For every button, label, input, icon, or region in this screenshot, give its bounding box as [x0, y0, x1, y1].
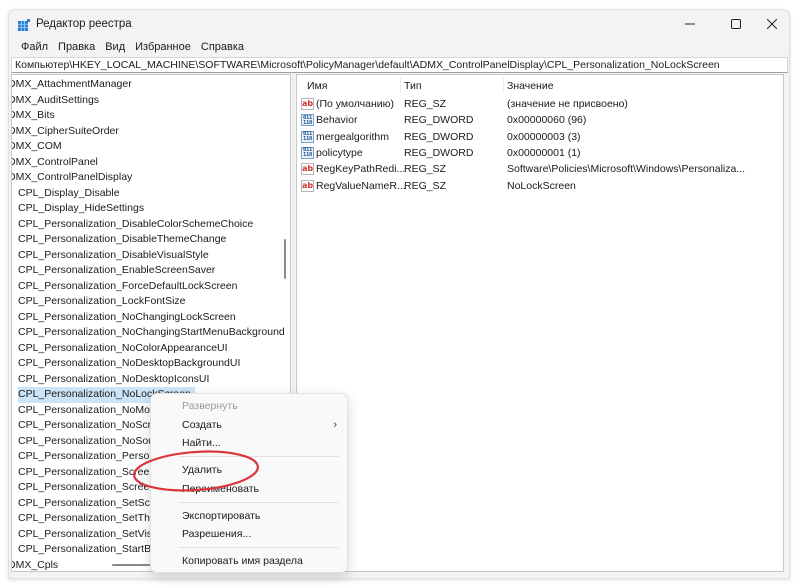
value-row[interactable]: 011 110 mergealgorithm REG_DWORD 0x00000003 …	[297, 129, 783, 145]
value-row[interactable]: ab (По умолчанию) REG_SZ (значение не присв…	[297, 96, 783, 112]
registry-editor-window: Редактор реестра Файл Правка Вид Избранн…	[8, 9, 790, 579]
tree-item[interactable]: CPL_Personalization_Personal	[18, 449, 163, 465]
close-icon	[767, 19, 777, 29]
value-row[interactable]: 011 110 Behavior REG_DWORD 0x00000060 (96)	[297, 112, 783, 128]
value-data: NoLockScreen	[507, 179, 576, 192]
column-header-name[interactable]: Имя	[307, 75, 327, 95]
menu-favorites[interactable]: Избранное	[130, 38, 196, 56]
chevron-right-icon: ›	[333, 419, 337, 431]
tree-item[interactable]: DMX_COM	[12, 139, 62, 155]
binary-value-icon: 011 110	[301, 130, 314, 143]
tree-item[interactable]: CPL_Personalization_SetVisua	[18, 527, 164, 543]
tree-item[interactable]: CPL_Personalization_NoScree	[18, 418, 163, 434]
minimize-icon	[685, 23, 695, 25]
value-row[interactable]: 011 110 policytype REG_DWORD 0x00000001 (1)	[297, 145, 783, 161]
value-type: REG_DWORD	[404, 146, 474, 159]
binary-value-icon: 011 110	[301, 114, 314, 127]
tree-item[interactable]: CPL_Display_HideSettings	[18, 201, 144, 217]
menu-edit[interactable]: Правка	[53, 38, 100, 56]
column-header-value[interactable]: Значение	[507, 75, 554, 95]
tree-item[interactable]: DMX_Bits	[12, 108, 55, 124]
column-header-type[interactable]: Тип	[404, 75, 422, 95]
menu-item-delete[interactable]: Удалить	[151, 460, 347, 480]
menu-item-expand: Развернуть	[182, 400, 238, 412]
value-type: REG_SZ	[404, 163, 447, 176]
values-list: Имя Тип Значение ab (По умолчанию) REG_SZ(…	[296, 74, 784, 572]
list-header: Имя Тип Значение	[297, 75, 783, 95]
string-value-icon: ab	[301, 98, 314, 110]
tree-item[interactable]: CPL_Personalization_NoColorAppearanceUI	[18, 341, 228, 357]
menu-item-new-label: Создать	[182, 419, 222, 431]
tree-item[interactable]: CPL_Personalization_ScreenSa	[18, 480, 168, 496]
column-divider[interactable]	[503, 77, 504, 93]
tree-item[interactable]: CPL_Personalization_DisableThemeChange	[18, 232, 226, 248]
tree-item[interactable]: DMX_Cpls	[12, 558, 58, 572]
string-value-icon: ab	[301, 179, 314, 192]
menu-help[interactable]: Справка	[196, 38, 249, 56]
tree-item[interactable]: CPL_Personalization_EnableScreenSaver	[18, 263, 215, 279]
menu-view[interactable]: Вид	[100, 38, 130, 56]
tree-item[interactable]: CPL_Personalization_DisableVisualStyle	[18, 248, 209, 264]
tree-item[interactable]: CPL_Personalization_SetScree	[18, 496, 165, 512]
tree-item[interactable]: CPL_Personalization_LockFontSize	[18, 294, 186, 310]
menu-item-permissions[interactable]: Разрешения...	[151, 524, 347, 544]
tree-item[interactable]: CPL_Personalization_NoChangingStartMenuB…	[18, 325, 285, 341]
tree-item[interactable]: CPL_Personalization_NoChangingLockScreen	[18, 310, 236, 326]
tree-item[interactable]: CPL_Personalization_NoDesktopBackgroundU…	[18, 356, 240, 372]
value-row[interactable]: ab RegKeyPathRedi... REG_SZ Software\Polici…	[297, 161, 783, 177]
tree-item[interactable]: CPL_Personalization_NoSoun	[18, 434, 160, 450]
tree-item[interactable]: CPL_Personalization_SetThem	[18, 511, 165, 527]
address-bar[interactable]: Компьютер\HKEY_LOCAL_MACHINE\SOFTWARE\Mi…	[11, 57, 788, 73]
menu-separator	[179, 456, 339, 457]
tree-item[interactable]: DMX_AttachmentManager	[12, 77, 132, 93]
tree-item[interactable]: CPL_Personalization_ForceDefaultLockScre…	[18, 279, 237, 295]
tree-item[interactable]: DMX_ControlPanel	[12, 155, 98, 171]
tree-vertical-scrollbar[interactable]	[284, 239, 286, 279]
value-row[interactable]: ab RegValueNameR... REG_SZ NoLockScreen	[297, 178, 783, 194]
value-data: Software\Policies\Microsoft\Windows\Pers…	[507, 163, 746, 176]
string-value-icon: ab	[301, 163, 314, 176]
minimize-button[interactable]	[667, 10, 713, 38]
tree-item[interactable]: DMX_AuditSettings	[12, 93, 99, 109]
window-title: Редактор реестра	[36, 18, 132, 30]
value-name: policytype	[316, 146, 363, 159]
binary-value-icon: 011 110	[301, 146, 314, 159]
column-divider[interactable]	[400, 77, 401, 93]
value-type: REG_DWORD	[404, 130, 474, 143]
menu-item-copy-key-name[interactable]: Копировать имя раздела	[151, 551, 347, 571]
maximize-icon	[731, 19, 741, 29]
value-name: RegValueNameR...	[316, 179, 406, 192]
tree-item[interactable]: DMX_CipherSuiteOrder	[12, 124, 119, 140]
menu-separator	[179, 502, 339, 503]
regedit-icon	[18, 19, 30, 31]
context-menu: Развернуть Создать › Найти... Удалить Пе…	[150, 393, 348, 573]
value-type: REG_DWORD	[404, 114, 474, 127]
value-data: 0x00000001 (1)	[507, 146, 581, 159]
tree-item[interactable]: CPL_Personalization_NoDesktopIconsUI	[18, 372, 209, 388]
menu-item-export[interactable]: Экспортировать	[151, 506, 347, 526]
tree-item[interactable]: DMX_ControlPanelDisplay	[12, 170, 132, 186]
menu-item-new[interactable]: Создать ›	[151, 415, 347, 435]
value-name: (По умолчанию)	[316, 98, 395, 110]
value-data: 0x00000003 (3)	[507, 130, 581, 143]
value-data: (значение не присвоено)	[507, 98, 628, 110]
value-type: REG_SZ	[404, 98, 447, 110]
value-name: Behavior	[316, 114, 358, 127]
close-button[interactable]	[749, 10, 795, 38]
tree-item[interactable]: CPL_Personalization_StartBacl	[18, 542, 165, 558]
value-data: 0x00000060 (96)	[507, 114, 587, 127]
menu-item-rename[interactable]: Переименовать	[151, 479, 347, 499]
value-name: RegKeyPathRedi...	[316, 163, 406, 176]
menu-bar: Файл Правка Вид Избранное Справка	[9, 38, 249, 56]
tree-item[interactable]: CPL_Display_Disable	[18, 186, 120, 202]
value-type: REG_SZ	[404, 179, 447, 192]
menu-item-find[interactable]: Найти...	[151, 433, 347, 453]
title-bar: Редактор реестра	[9, 10, 789, 38]
value-name: mergealgorithm	[316, 130, 389, 143]
tree-item[interactable]: CPL_Personalization_ScreenSa	[18, 465, 168, 481]
tree-item[interactable]: CPL_Personalization_NoMous	[18, 403, 161, 419]
menu-separator	[179, 547, 339, 548]
menu-file[interactable]: Файл	[16, 38, 53, 56]
tree-item[interactable]: CPL_Personalization_DisableColorSchemeCh…	[18, 217, 253, 233]
